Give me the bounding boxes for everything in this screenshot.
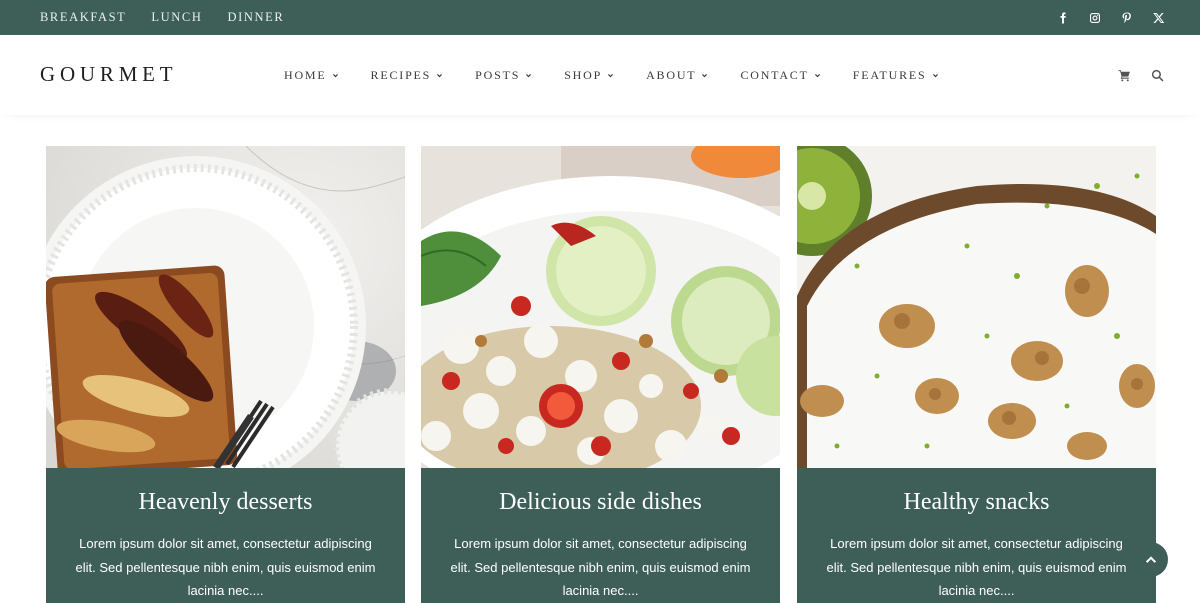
card-excerpt: Lorem ipsum dolor sit amet, consectetur …	[450, 536, 751, 598]
apple-tart-photo[interactable]	[46, 146, 405, 468]
chevron-down-icon	[701, 72, 708, 79]
category-card-side-dishes[interactable]: Delicious side dishes Lorem ipsum dolor …	[421, 146, 780, 603]
cart-icon[interactable]	[1118, 69, 1131, 82]
x-icon[interactable]	[1151, 10, 1166, 25]
walnut-toast-photo[interactable]	[797, 146, 1156, 468]
site-logo[interactable]: GOURMET	[40, 62, 177, 87]
site-header: GOURMET HOME RECIPES POSTS SHOP ABOUT CO…	[0, 35, 1200, 115]
category-links: BREAKFAST LUNCH DINNER	[40, 0, 284, 35]
chevron-up-icon	[1145, 555, 1156, 563]
category-link-lunch[interactable]: LUNCH	[151, 10, 202, 25]
facebook-icon[interactable]	[1055, 10, 1070, 25]
card-title[interactable]: Heavenly desserts	[46, 489, 405, 516]
category-link-dinner[interactable]: DINNER	[227, 10, 284, 25]
nav-item-label: SHOP	[564, 67, 603, 82]
category-link-breakfast[interactable]: BREAKFAST	[40, 10, 126, 25]
nav-item-label: HOME	[284, 67, 327, 82]
chevron-down-icon	[607, 72, 614, 79]
scroll-to-top-button[interactable]	[1133, 542, 1168, 577]
top-bar: BREAKFAST LUNCH DINNER	[0, 0, 1200, 35]
category-card-desserts[interactable]: Heavenly desserts Lorem ipsum dolor sit …	[46, 146, 405, 603]
nav-item-recipes[interactable]: RECIPES	[371, 68, 444, 83]
nav-item-contact[interactable]: CONTACT	[740, 68, 820, 83]
nav-item-label: RECIPES	[370, 67, 432, 82]
card-caption: Delicious side dishes Lorem ipsum dolor …	[421, 468, 780, 603]
card-caption: Healthy snacks Lorem ipsum dolor sit ame…	[797, 468, 1156, 603]
card-title[interactable]: Healthy snacks	[797, 489, 1156, 516]
chevron-down-icon	[814, 72, 821, 79]
salad-photo[interactable]	[421, 146, 780, 468]
pinterest-icon[interactable]	[1119, 10, 1134, 25]
nav-item-label: FEATURES	[852, 67, 927, 82]
nav-item-shop[interactable]: SHOP	[564, 68, 614, 83]
category-card-snacks[interactable]: Healthy snacks Lorem ipsum dolor sit ame…	[797, 146, 1156, 603]
search-icon[interactable]	[1151, 69, 1164, 82]
nav-item-posts[interactable]: POSTS	[475, 68, 532, 83]
card-excerpt: Lorem ipsum dolor sit amet, consectetur …	[75, 536, 376, 598]
nav-item-label: ABOUT	[646, 67, 697, 82]
main-nav: HOME RECIPES POSTS SHOP ABOUT CONTACT FE…	[284, 35, 971, 115]
nav-item-label: POSTS	[475, 67, 521, 82]
chevron-down-icon	[525, 72, 532, 79]
instagram-icon[interactable]	[1087, 10, 1102, 25]
card-title[interactable]: Delicious side dishes	[421, 489, 780, 516]
chevron-down-icon	[932, 72, 939, 79]
card-excerpt: Lorem ipsum dolor sit amet, consectetur …	[826, 536, 1127, 598]
chevron-down-icon	[332, 72, 339, 79]
social-links	[1055, 0, 1166, 35]
nav-item-label: CONTACT	[740, 67, 809, 82]
nav-item-about[interactable]: ABOUT	[646, 68, 708, 83]
chevron-down-icon	[436, 72, 443, 79]
nav-item-home[interactable]: HOME	[284, 68, 339, 83]
header-icons	[1118, 69, 1164, 82]
card-caption: Heavenly desserts Lorem ipsum dolor sit …	[46, 468, 405, 603]
nav-item-features[interactable]: FEATURES	[853, 68, 939, 83]
